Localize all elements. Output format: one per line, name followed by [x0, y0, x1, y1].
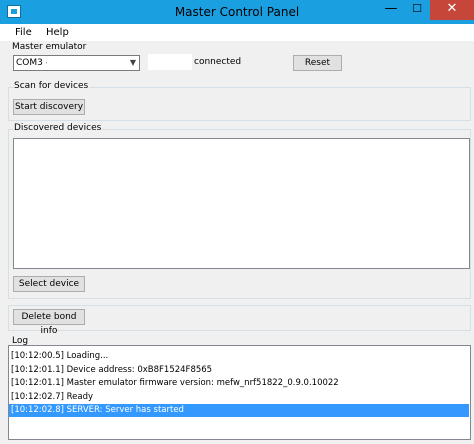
minimize-button[interactable]: — — [378, 0, 404, 20]
menu-bar — [0, 24, 474, 41]
device-list[interactable] — [13, 138, 470, 269]
maximize-button[interactable]: ☐ — [404, 0, 430, 20]
connection-status: connected — [194, 57, 242, 67]
com-port-redaction — [47, 57, 92, 68]
log-line[interactable]: [10:12:02.7] Ready — [11, 391, 469, 404]
start-discovery-button[interactable]: Start discovery — [13, 99, 85, 115]
reset-button[interactable]: Reset — [293, 55, 342, 71]
log-line[interactable]: [10:12:01.1] Master emulator firmware ve… — [11, 377, 469, 390]
menu-help[interactable]: Help — [46, 25, 69, 40]
delete-bond-info-button[interactable]: Delete bond info — [13, 309, 85, 336]
menu-file[interactable]: File — [15, 25, 32, 40]
log-line-selected[interactable]: [10:12:02.8] SERVER: Server has started — [9, 404, 469, 417]
scan-group-label: Scan for devices — [13, 81, 90, 92]
close-button[interactable]: ✕ — [430, 0, 474, 20]
chevron-down-icon[interactable]: ▼ — [127, 56, 139, 70]
select-device-button[interactable]: Select device — [13, 276, 85, 292]
log-line[interactable]: [10:12:00.5] Loading... — [11, 350, 469, 363]
master-emulator-label: Master emulator — [11, 42, 88, 53]
log-line[interactable]: [10:12:01.1] Device address: 0xB8F1524F8… — [11, 364, 469, 377]
status-field — [148, 54, 192, 70]
com-port-value: COM3 - — [16, 58, 49, 68]
discovered-group-label: Discovered devices — [13, 123, 103, 134]
